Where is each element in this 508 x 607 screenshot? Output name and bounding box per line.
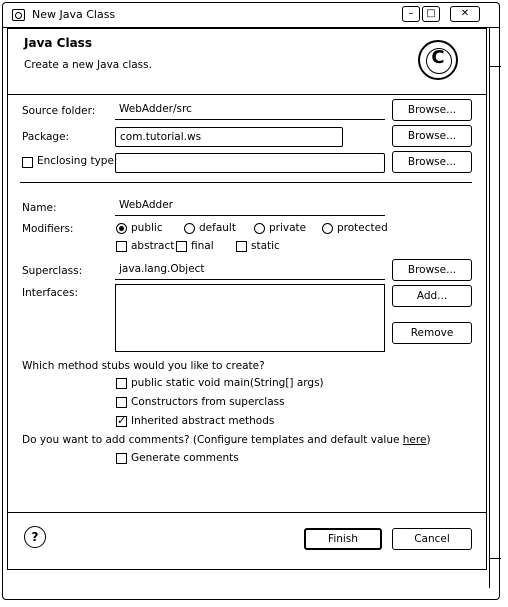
modifier-private-radio[interactable]	[254, 223, 265, 234]
remove-interface-button[interactable]: Remove	[392, 322, 472, 344]
modifier-default-radio[interactable]	[184, 223, 195, 234]
method-stubs-question: Which method stubs would you like to cre…	[22, 360, 265, 372]
superclass-label: Superclass:	[22, 265, 83, 277]
add-interface-button[interactable]: Add...	[392, 285, 472, 307]
background-window-edge	[489, 28, 501, 588]
main-method-label: public static void main(String[] args)	[131, 377, 324, 389]
package-browse-button[interactable]: Browse...	[392, 125, 472, 147]
modifier-abstract-label: abstract	[131, 240, 175, 252]
modifier-static-label: static	[251, 240, 280, 252]
modifier-public-label: public	[131, 222, 163, 234]
enclosing-type-field[interactable]	[115, 153, 385, 173]
modifier-public-radio[interactable]	[116, 223, 127, 234]
section-separator	[20, 182, 472, 183]
cancel-button[interactable]: Cancel	[392, 528, 472, 550]
name-field[interactable]: WebAdder	[115, 196, 385, 216]
minimize-button[interactable]: –	[402, 6, 420, 22]
page-description: Create a new Java class.	[24, 59, 152, 71]
app-icon	[12, 9, 25, 21]
source-folder-label: Source folder:	[22, 105, 96, 117]
modifier-final-checkbox[interactable]	[176, 241, 187, 252]
window-title: New Java Class	[32, 8, 116, 21]
package-field[interactable]: com.tutorial.ws	[115, 127, 343, 147]
constructors-label: Constructors from superclass	[131, 396, 285, 408]
modifier-static-checkbox[interactable]	[236, 241, 247, 252]
help-icon[interactable]: ?	[24, 526, 46, 548]
header-separator	[8, 94, 486, 95]
java-class-wizard-icon	[418, 40, 458, 80]
modifier-default-label: default	[199, 222, 236, 234]
superclass-field[interactable]: java.lang.Object	[115, 260, 385, 280]
superclass-browse-button[interactable]: Browse...	[392, 259, 472, 281]
constructors-checkbox[interactable]	[116, 397, 127, 408]
title-bar: New Java Class – □ ✕	[2, 2, 500, 28]
modifier-abstract-checkbox[interactable]	[116, 241, 127, 252]
main-method-checkbox[interactable]	[116, 378, 127, 389]
inherited-abstract-checkbox[interactable]	[116, 414, 127, 427]
footer-separator	[8, 512, 486, 513]
finish-button[interactable]: Finish	[304, 528, 382, 550]
generate-comments-label: Generate comments	[131, 452, 239, 464]
enclosing-type-checkbox[interactable]	[22, 157, 33, 168]
source-folder-browse-button[interactable]: Browse...	[392, 99, 472, 121]
maximize-button[interactable]: □	[422, 6, 440, 22]
package-label: Package:	[22, 131, 70, 143]
modifiers-label: Modifiers:	[22, 223, 74, 235]
comments-question: Do you want to add comments? (Configure …	[22, 434, 431, 446]
close-button[interactable]: ✕	[450, 6, 480, 22]
modifier-private-label: private	[269, 222, 307, 234]
enclosing-type-browse-button[interactable]: Browse...	[392, 151, 472, 173]
generate-comments-checkbox[interactable]	[116, 453, 127, 464]
page-title: Java Class	[24, 36, 92, 50]
modifier-protected-radio[interactable]	[322, 223, 333, 234]
modifier-final-label: final	[191, 240, 214, 252]
name-label: Name:	[22, 202, 57, 214]
configure-templates-link[interactable]: here	[403, 434, 427, 446]
interfaces-list[interactable]	[115, 284, 385, 352]
modifier-protected-label: protected	[337, 222, 388, 234]
enclosing-type-label: Enclosing type:	[37, 155, 118, 167]
source-folder-field[interactable]: WebAdder/src	[115, 100, 385, 120]
inherited-abstract-label: Inherited abstract methods	[131, 415, 275, 427]
interfaces-label: Interfaces:	[22, 287, 79, 299]
